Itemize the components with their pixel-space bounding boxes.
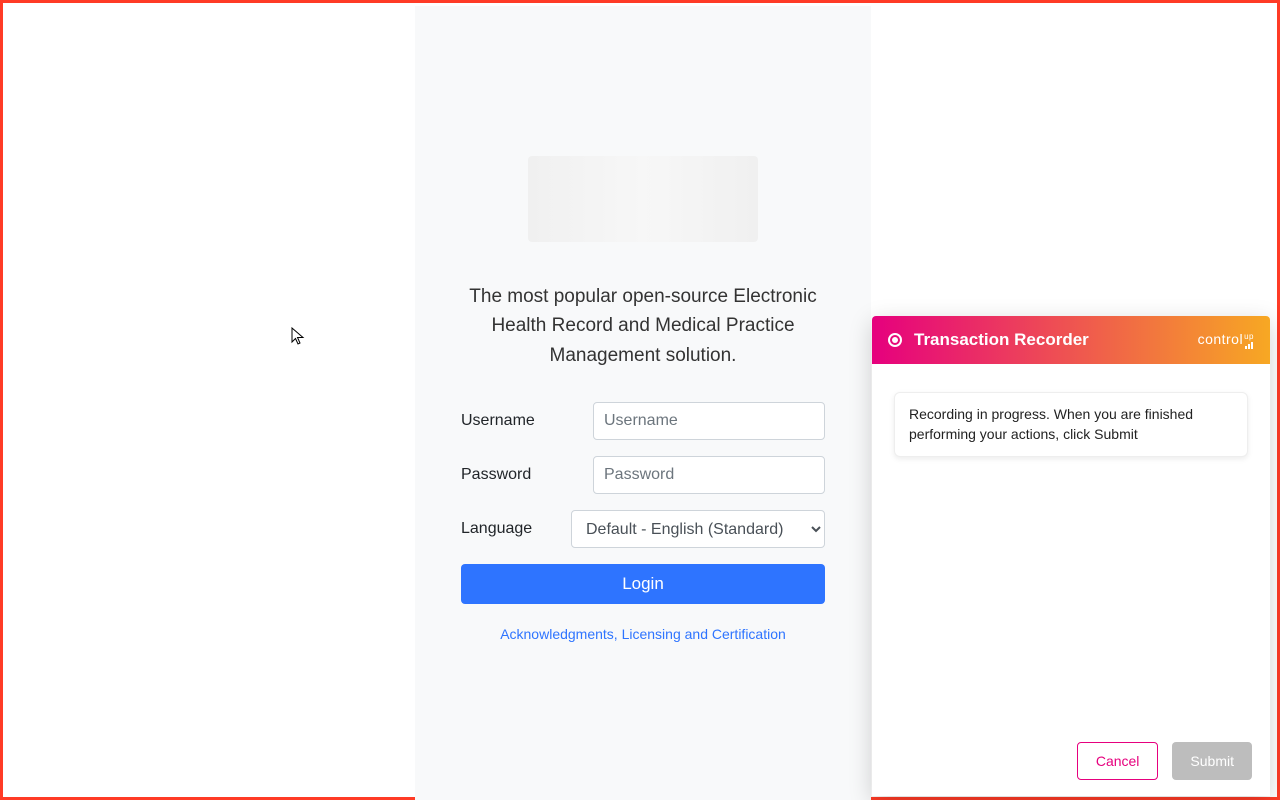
app-logo <box>528 156 758 242</box>
recorder-title: Transaction Recorder <box>914 330 1198 350</box>
password-input[interactable] <box>593 456 825 494</box>
controlup-logo: control up <box>1198 331 1254 349</box>
login-form: Username Password Language Default - Eng… <box>415 402 871 642</box>
username-row: Username <box>461 402 825 440</box>
acknowledgments-link[interactable]: Acknowledgments, Licensing and Certifica… <box>461 626 825 642</box>
language-select[interactable]: Default - English (Standard) <box>571 510 825 548</box>
app-frame: The most popular open-source Electronic … <box>0 0 1280 800</box>
password-label: Password <box>461 466 593 484</box>
brand-text: control <box>1198 331 1244 347</box>
language-label: Language <box>461 520 571 538</box>
language-row: Language Default - English (Standard) <box>461 510 825 548</box>
submit-button[interactable]: Submit <box>1172 742 1252 780</box>
login-panel: The most popular open-source Electronic … <box>415 6 871 800</box>
username-label: Username <box>461 412 593 430</box>
recorder-header: Transaction Recorder control up <box>872 316 1270 364</box>
tagline-text: The most popular open-source Electronic … <box>415 282 871 370</box>
username-input[interactable] <box>593 402 825 440</box>
record-icon <box>888 333 902 347</box>
recorder-footer: Cancel Submit <box>872 730 1270 796</box>
password-row: Password <box>461 456 825 494</box>
recorder-body: Recording in progress. When you are fini… <box>872 364 1270 730</box>
cancel-button[interactable]: Cancel <box>1077 742 1159 780</box>
bars-icon <box>1245 342 1253 349</box>
brand-suffix: up <box>1244 333 1254 341</box>
status-message: Recording in progress. When you are fini… <box>894 392 1248 457</box>
login-button[interactable]: Login <box>461 564 825 604</box>
transaction-recorder: Transaction Recorder control up Recordin… <box>872 316 1270 796</box>
cursor-icon <box>291 327 307 347</box>
